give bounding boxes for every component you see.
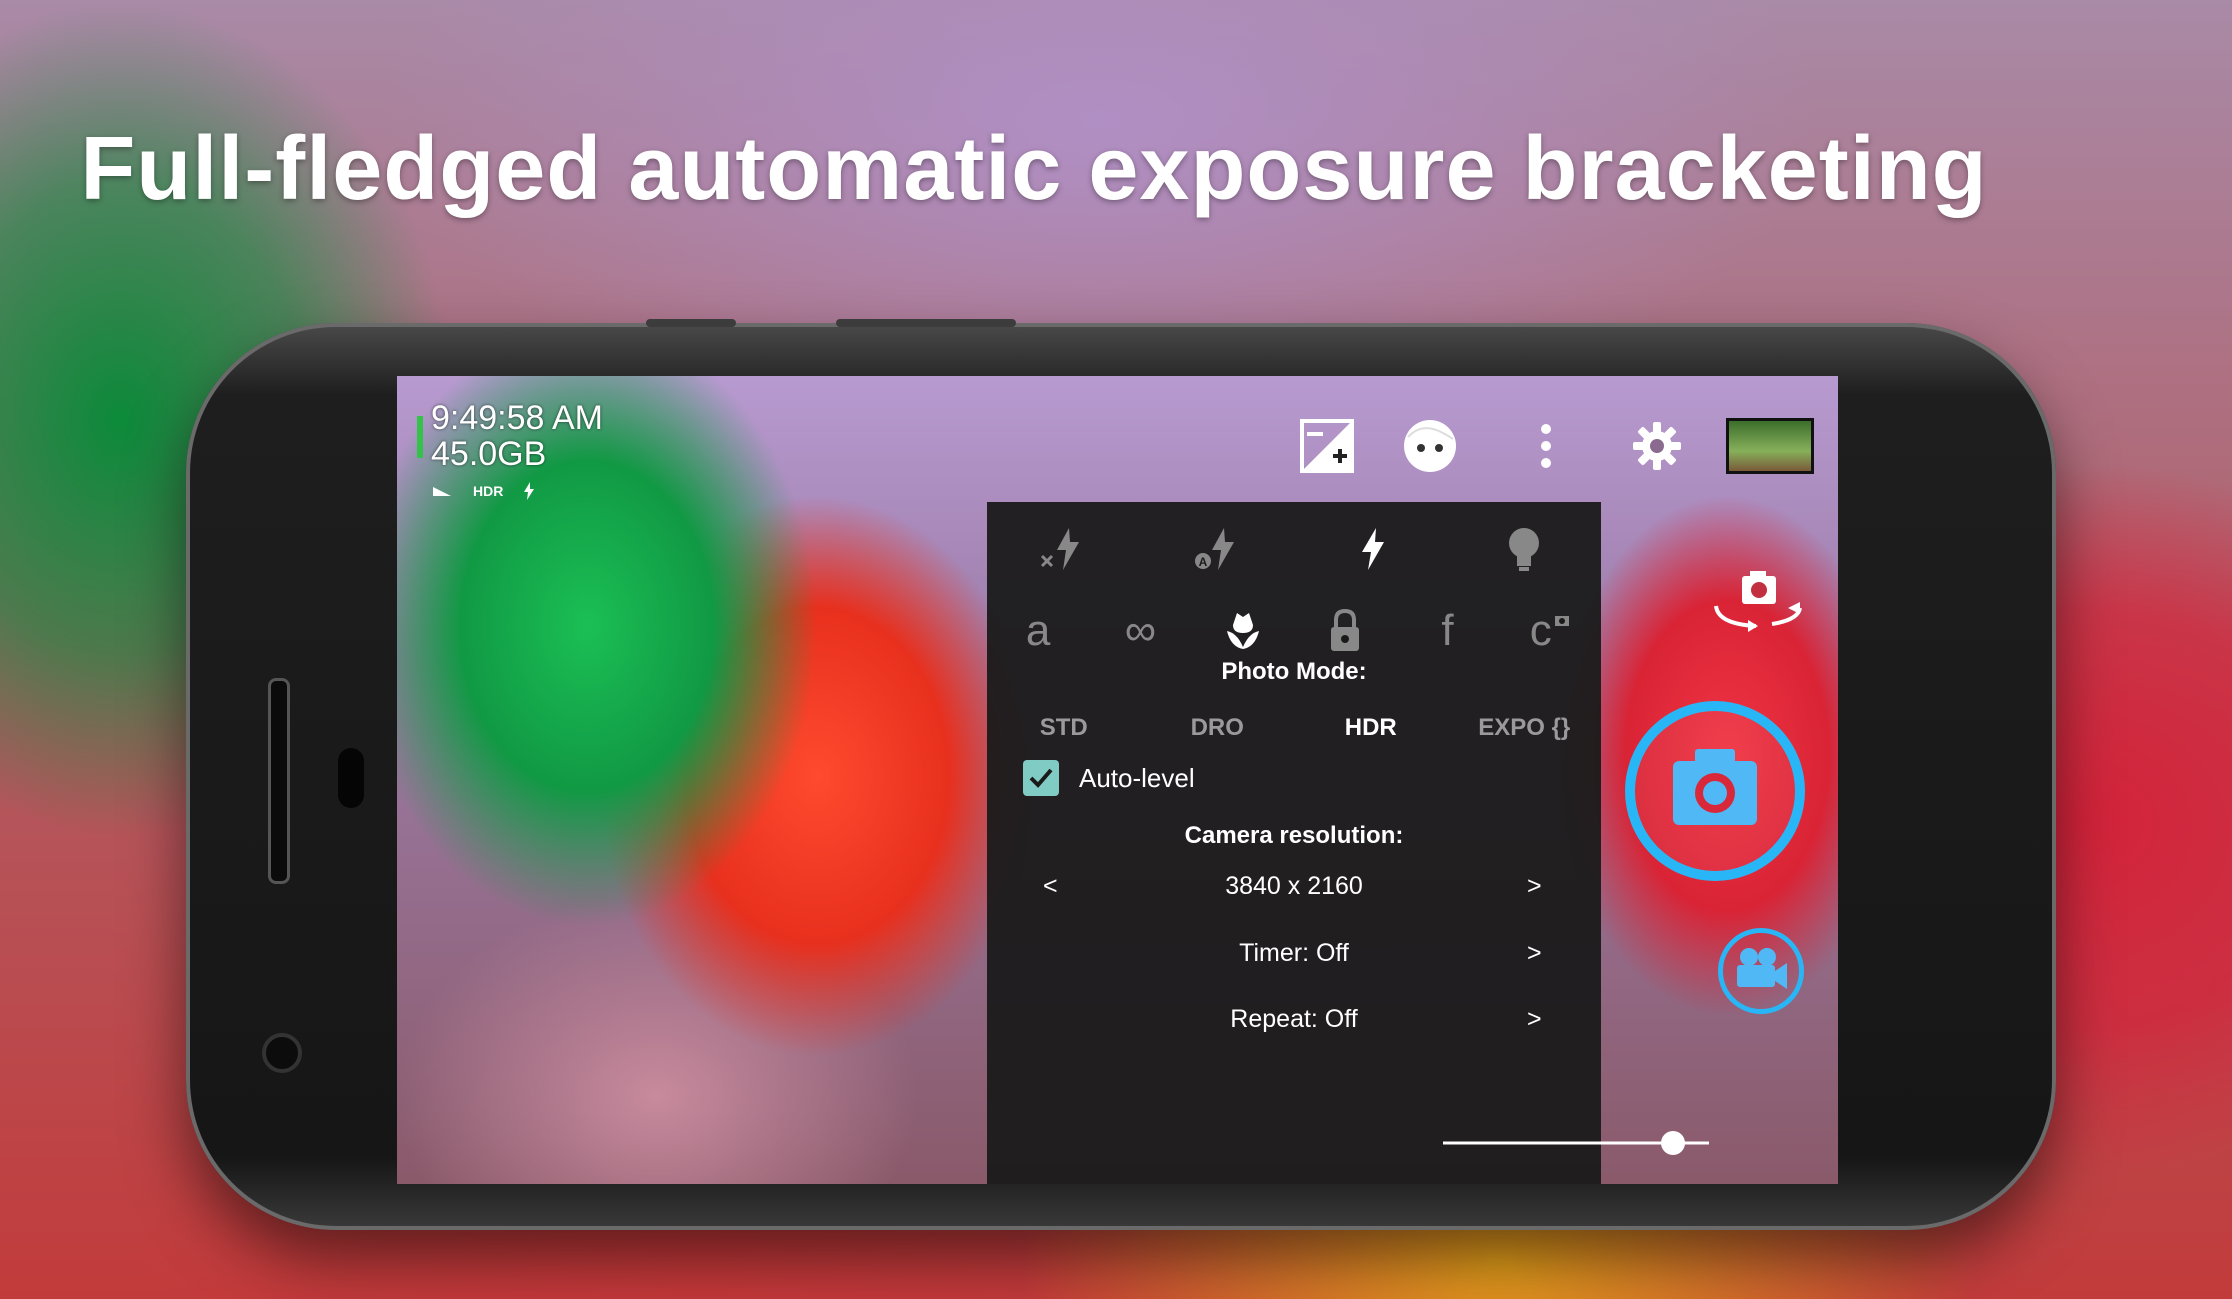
proximity-sensor: [338, 748, 364, 808]
focus-continuous-glyph: c: [1529, 606, 1552, 655]
focus-macro-icon[interactable]: [1192, 596, 1294, 666]
focus-infinity-icon[interactable]: ∞: [1089, 596, 1191, 666]
focus-fixed-glyph: f: [1441, 606, 1454, 655]
repeat-value: Repeat: Off: [1230, 1005, 1358, 1033]
photo-mode-title: Photo Mode:: [1221, 658, 1367, 685]
resolution-picker: < 3840 x 2160 >: [987, 872, 1601, 912]
auto-level-option[interactable]: Auto-level: [1023, 760, 1195, 796]
flash-small-icon: [524, 482, 535, 500]
timer-value: Timer: Off: [1239, 939, 1349, 967]
repeat-picker: Repeat: Off >: [987, 1005, 1601, 1045]
face-detection-icon[interactable]: [1400, 416, 1460, 476]
phone-button: [836, 319, 1016, 327]
focus-fixed-icon[interactable]: f: [1396, 596, 1498, 666]
battery-indicator: [417, 416, 423, 458]
front-camera: [262, 1033, 302, 1073]
gallery-thumbnail[interactable]: [1726, 418, 1814, 474]
flash-row: A: [987, 514, 1601, 584]
focus-continuous-icon[interactable]: c: [1499, 596, 1601, 666]
headline: Full-fledged automatic exposure bracketi…: [0, 118, 2232, 221]
repeat-next-button[interactable]: >: [1527, 1005, 1542, 1034]
shutter-button[interactable]: [1625, 701, 1805, 881]
storage-text: 45.0GB: [431, 435, 547, 473]
flash-on-icon[interactable]: [1294, 514, 1448, 584]
flash-off-icon[interactable]: [987, 514, 1141, 584]
auto-level-checkbox[interactable]: [1023, 760, 1059, 796]
auto-level-label: Auto-level: [1079, 762, 1195, 793]
photo-mode-selector: STD DRO HDR EXPO {}: [987, 714, 1601, 742]
camera-resolution-title: Camera resolution:: [1184, 822, 1404, 849]
zoom-slider[interactable]: [1443, 1128, 1719, 1158]
mode-dro-button[interactable]: DRO: [1141, 714, 1295, 742]
exposure-icon[interactable]: [1297, 416, 1357, 476]
svg-text:A: A: [1199, 555, 1208, 569]
status-overlay: 9:49:58 AM 45.0GB: [431, 400, 603, 472]
more-vert-icon[interactable]: [1516, 416, 1576, 476]
video-record-button[interactable]: [1718, 928, 1804, 1014]
resolution-value: 3840 x 2160: [1225, 872, 1363, 900]
focus-infinity-glyph: ∞: [1124, 606, 1157, 655]
timer-next-button[interactable]: >: [1527, 939, 1542, 968]
gear-icon[interactable]: [1627, 416, 1687, 476]
resolution-next-button[interactable]: >: [1527, 872, 1542, 901]
camera-viewfinder[interactable]: 9:49:58 AM 45.0GB HDR A a ∞ f c Photo Mo…: [397, 376, 1838, 1184]
focus-auto-glyph: a: [1025, 606, 1051, 655]
mode-expo-button[interactable]: EXPO {}: [1448, 714, 1602, 742]
timer-picker: Timer: Off >: [987, 939, 1601, 979]
focus-locked-icon[interactable]: [1294, 596, 1396, 666]
flash-auto-icon[interactable]: A: [1141, 514, 1295, 584]
focus-row: a ∞ f c: [987, 596, 1601, 666]
time-text: 9:49:58 AM: [431, 399, 604, 437]
mode-std-button[interactable]: STD: [987, 714, 1141, 742]
status-icons: HDR: [431, 482, 535, 500]
phone-button: [646, 319, 736, 327]
hdr-badge: HDR: [473, 483, 504, 499]
speaker-grille: [268, 678, 290, 884]
focus-auto-icon[interactable]: a: [987, 596, 1089, 666]
mode-hdr-button[interactable]: HDR: [1294, 714, 1448, 742]
switch-camera-icon[interactable]: [1708, 568, 1808, 638]
signal-icon: [433, 487, 451, 496]
settings-popup: A a ∞ f c Photo Mode: STD DRO HDR EXPO {…: [987, 502, 1601, 1184]
torch-icon[interactable]: [1448, 514, 1602, 584]
headline-text: Full-fledged automatic exposure bracketi…: [80, 119, 1988, 219]
